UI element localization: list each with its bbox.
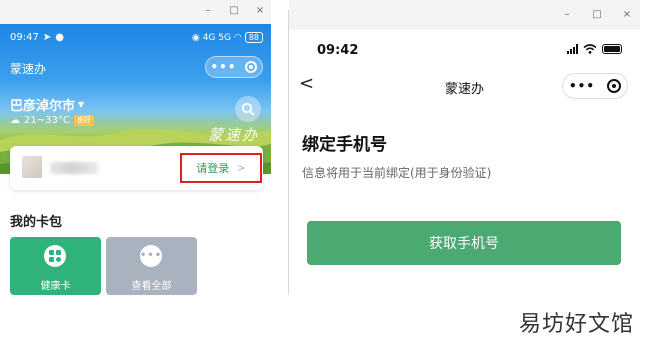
wifi-icon <box>583 44 597 54</box>
location-arrow-icon: ➤ <box>42 32 52 43</box>
status-time: 09:47 <box>10 32 39 43</box>
status-bar-left: 09:47 ➤ ● <box>10 32 64 43</box>
weather-info: ☁ 21~33°C 良好 <box>10 115 94 126</box>
battery-indicator: 88 <box>244 32 263 43</box>
get-phone-number-button[interactable]: 获取手机号 <box>307 221 621 265</box>
view-all-tile[interactable]: ••• 查看全部 <box>106 237 197 295</box>
wallet-title: 我的卡包 <box>10 215 63 230</box>
battery-icon <box>602 44 622 54</box>
window-titlebar: – □ × <box>0 0 271 24</box>
close-button[interactable]: × <box>622 8 632 22</box>
close-mini-program-icon[interactable] <box>606 79 621 93</box>
window-controls: – □ × <box>562 8 632 22</box>
mini-program-capsule: ••• <box>205 56 263 78</box>
more-dots-icon: ••• <box>140 245 162 267</box>
login-button[interactable]: 请登录 > <box>180 153 262 183</box>
login-label: 请登录 <box>196 162 230 175</box>
search-icon <box>241 102 255 116</box>
temperature: 21~33°C <box>24 115 70 126</box>
status-icons <box>567 44 622 54</box>
health-card-label: 健康卡 <box>40 281 71 292</box>
close-button[interactable]: × <box>255 4 265 18</box>
user-login-card: 请登录 > <box>10 146 263 190</box>
signal-label: 4G 5G <box>202 32 231 43</box>
app-title: 蒙速办 <box>10 62 47 76</box>
page-title: 绑定手机号 <box>302 135 387 155</box>
caret-down-icon: ▼ <box>78 100 85 109</box>
window-titlebar: – □ × <box>289 0 640 30</box>
status-bar-right: ◉ 4G 5G ◠ 88 <box>192 32 263 43</box>
view-all-label: 查看全部 <box>131 281 172 292</box>
page-subtitle: 信息将用于当前绑定(用于身份验证) <box>302 166 492 180</box>
status-time: 09:42 <box>317 43 359 58</box>
wifi-icon: ◠ <box>233 32 242 43</box>
calligraphy-logo: 蒙速办 <box>207 126 259 144</box>
minimize-button[interactable]: – <box>562 8 572 22</box>
maximize-button[interactable]: □ <box>592 8 602 22</box>
more-options-button[interactable]: ••• <box>210 61 236 73</box>
left-phone-screen: – □ × 09:47 ➤ ● ◉ 4G 5G ◠ 88 蒙速办 ••• 巴彦淖… <box>0 0 271 300</box>
city-name: 巴彦淖尔市 <box>10 99 76 114</box>
search-button[interactable] <box>235 96 261 122</box>
signal-icon <box>567 44 578 54</box>
sync-icon: ◉ <box>191 32 200 43</box>
avatar <box>22 156 42 178</box>
chevron-right-icon: > <box>237 162 246 174</box>
health-card-icon <box>44 245 66 267</box>
window-controls: – □ × <box>203 4 265 18</box>
right-phone-screen: – □ × 09:42 < 蒙速办 ••• 绑定手机号 信息将用于当前绑定(用于… <box>289 0 640 290</box>
health-card-tile[interactable]: 健康卡 <box>10 237 101 295</box>
more-options-button[interactable]: ••• <box>569 80 595 92</box>
maximize-button[interactable]: □ <box>229 4 239 18</box>
minimize-button[interactable]: – <box>203 4 213 18</box>
close-mini-program-icon[interactable] <box>245 61 258 73</box>
city-selector[interactable]: 巴彦淖尔市 ▼ <box>10 95 84 114</box>
cloud-icon: ☁ <box>10 115 20 126</box>
blurred-username <box>50 162 98 174</box>
watermark: 易坊好文馆 <box>518 312 634 337</box>
air-quality-badge: 良好 <box>73 115 94 126</box>
mini-program-capsule: ••• <box>562 73 628 99</box>
chat-bubble-icon: ● <box>55 32 64 43</box>
